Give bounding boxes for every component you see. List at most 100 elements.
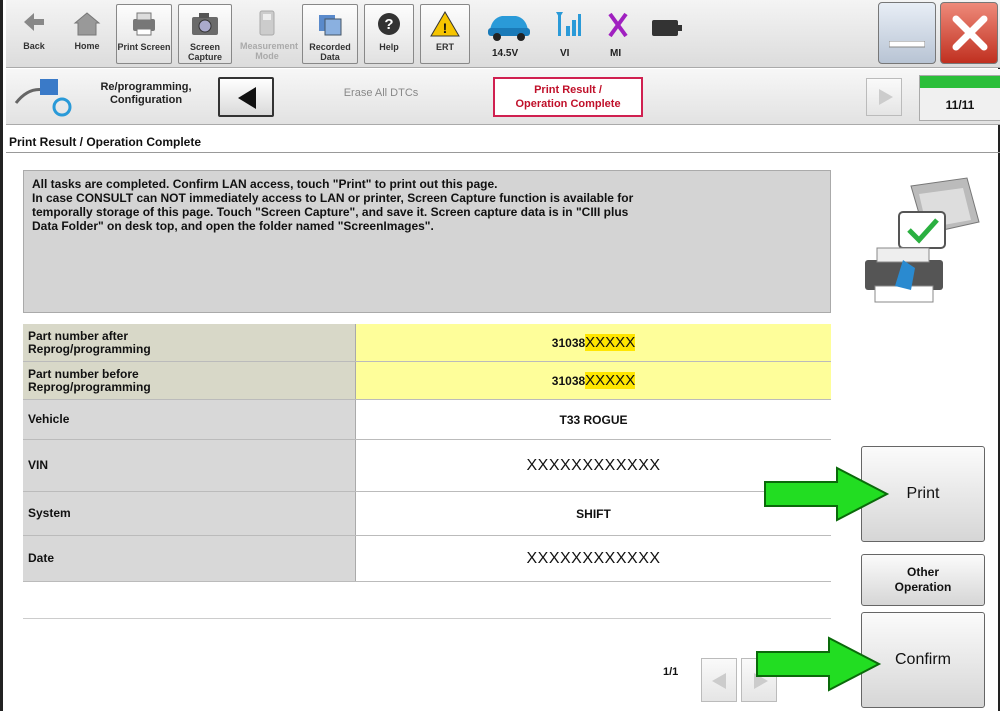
step-erase-dtcs: Erase All DTCs bbox=[343, 87, 419, 99]
page-prev-button[interactable] bbox=[701, 658, 737, 702]
table-row-part-after: Part number after Reprog/programming 310… bbox=[23, 324, 831, 362]
part-after-prefix: 31038 bbox=[551, 335, 586, 350]
home-label: Home bbox=[74, 41, 100, 51]
part-after-label-2: Reprog/programming bbox=[28, 341, 151, 356]
part-before-prefix: 31038 bbox=[551, 373, 586, 388]
help-icon: ? bbox=[378, 13, 400, 35]
ert-label: ERT bbox=[436, 42, 454, 52]
recorded-label-2: Data bbox=[320, 52, 340, 62]
other-operation-label-1: Other bbox=[906, 565, 939, 579]
other-operation-label-2: Operation bbox=[894, 580, 952, 594]
current-step-line2: Operation Complete bbox=[515, 98, 621, 110]
other-operation-button[interactable]: Other Operation bbox=[861, 554, 985, 606]
message-box: All tasks are completed. Confirm LAN acc… bbox=[23, 170, 831, 313]
back-arrow-icon bbox=[24, 13, 44, 31]
confirm-button-label: Confirm bbox=[894, 651, 951, 668]
back-label: Back bbox=[23, 41, 45, 51]
recorded-data-icon bbox=[319, 15, 342, 36]
minimize-icon bbox=[889, 41, 925, 48]
system-label: System bbox=[23, 492, 356, 535]
print-screen-button[interactable]: Print Screen bbox=[116, 4, 172, 64]
part-before-value: 31038 XXXXX bbox=[356, 362, 831, 399]
mi-label: MI bbox=[610, 48, 622, 59]
home-step-line1: Re/programming, bbox=[100, 81, 192, 93]
home-step-line2: Configuration bbox=[109, 94, 183, 106]
current-step-line1: Print Result / bbox=[534, 84, 602, 96]
minimize-button[interactable] bbox=[878, 2, 936, 64]
ert-button[interactable]: ! ERT bbox=[420, 4, 470, 64]
svg-text:?: ? bbox=[384, 16, 393, 33]
home-icon bbox=[73, 12, 101, 36]
vin-value: XXXXXXXXXXXX bbox=[526, 456, 661, 474]
reprogramming-icon bbox=[14, 79, 72, 117]
battery-icon bbox=[652, 20, 682, 36]
close-button[interactable] bbox=[940, 2, 998, 64]
part-before-mask: XXXXX bbox=[585, 372, 636, 389]
vehicle-label: Vehicle bbox=[23, 400, 356, 439]
progress-bar bbox=[920, 76, 1000, 88]
home-button[interactable]: Home bbox=[64, 4, 110, 64]
part-after-mask: XXXXX bbox=[585, 334, 636, 351]
divider bbox=[6, 152, 1000, 153]
vehicle-value: T33 ROGUE bbox=[559, 412, 628, 427]
confirm-callout-arrow-icon bbox=[756, 636, 882, 692]
previous-step-button[interactable] bbox=[218, 77, 274, 117]
camera-icon bbox=[192, 13, 218, 35]
triangle-right-icon bbox=[879, 89, 893, 105]
vehicle-battery-icon bbox=[488, 16, 530, 41]
next-step-button[interactable] bbox=[866, 78, 902, 116]
triangle-left-icon bbox=[238, 87, 256, 109]
progress-text: 11/11 bbox=[945, 98, 975, 112]
step-bar: Re/programming, Configuration Erase All … bbox=[6, 69, 1000, 125]
recorded-label-1: Recorded bbox=[309, 42, 351, 52]
message-line-3: temporally storage of this page. Touch "… bbox=[32, 205, 629, 219]
help-button[interactable]: ? Help bbox=[364, 4, 414, 64]
part-before-label-1: Part number before bbox=[28, 366, 139, 381]
print-button-label: Print bbox=[906, 485, 940, 502]
help-label: Help bbox=[379, 42, 399, 52]
recorded-data-button[interactable]: Recorded Data bbox=[302, 4, 358, 64]
table-row-part-before: Part number before Reprog/programming 31… bbox=[23, 362, 831, 400]
message-line-4: Data Folder" on desk top, and open the f… bbox=[32, 219, 434, 233]
message-line-1: All tasks are completed. Confirm LAN acc… bbox=[32, 177, 498, 191]
mi-disconnected-icon bbox=[608, 12, 628, 38]
page-left-icon bbox=[712, 673, 726, 689]
print-callout-arrow-icon bbox=[764, 466, 890, 522]
part-before-label: Part number before Reprog/programming bbox=[23, 362, 356, 399]
part-after-value: 31038 XXXXX bbox=[356, 324, 831, 361]
print-screen-label: Print Screen bbox=[117, 42, 171, 52]
table-footer bbox=[23, 618, 831, 656]
part-after-label-1: Part number after bbox=[28, 328, 129, 343]
step-progress: 11/11 bbox=[919, 75, 1000, 121]
page-title: Print Result / Operation Complete bbox=[9, 135, 202, 149]
part-after-label: Part number after Reprog/programming bbox=[23, 324, 356, 361]
measurement-label-1: Measurement bbox=[240, 41, 299, 51]
svg-text:!: ! bbox=[443, 20, 448, 36]
warning-icon: ! bbox=[430, 11, 460, 37]
screen-capture-label-1: Screen bbox=[189, 42, 221, 52]
screen-capture-button[interactable]: Screen Capture bbox=[178, 4, 232, 64]
part-before-label-2: Reprog/programming bbox=[28, 379, 151, 394]
table-row-vin: VIN XXXXXXXXXXXX bbox=[23, 440, 831, 492]
back-button[interactable]: Back bbox=[12, 4, 56, 64]
system-value: SHIFT bbox=[576, 506, 611, 521]
table-row-system: System SHIFT bbox=[23, 492, 831, 536]
printer-icon bbox=[133, 12, 155, 36]
result-table: Part number after Reprog/programming 310… bbox=[23, 324, 831, 582]
table-row-vehicle: Vehicle T33 ROGUE bbox=[23, 400, 831, 440]
app-frame: Back Home Print Screen Screen Capture Me… bbox=[0, 0, 1000, 711]
current-step: Print Result / Operation Complete bbox=[493, 77, 643, 117]
screen-capture-label-2: Capture bbox=[187, 52, 222, 62]
page-indicator: 1/1 bbox=[663, 666, 679, 678]
message-line-2: In case CONSULT can NOT immediately acce… bbox=[32, 191, 634, 205]
vi-signal-icon bbox=[556, 12, 581, 36]
vi-label: VI bbox=[560, 48, 570, 59]
date-value: XXXXXXXXXXXX bbox=[526, 549, 661, 567]
measurement-mode-button[interactable]: Measurement Mode bbox=[240, 4, 299, 64]
toolbar: Back Home Print Screen Screen Capture Me… bbox=[6, 0, 1000, 68]
print-illustration-icon bbox=[865, 177, 980, 303]
close-icon bbox=[952, 15, 988, 51]
voltage-readout: 14.5V bbox=[492, 48, 519, 59]
vin-label: VIN bbox=[23, 440, 356, 491]
measurement-icon bbox=[259, 10, 275, 36]
